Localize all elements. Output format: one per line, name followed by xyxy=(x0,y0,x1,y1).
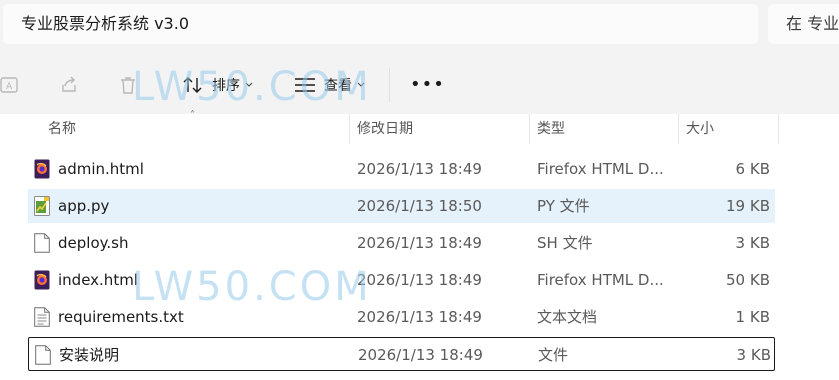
file-size: 6 KB xyxy=(735,160,770,178)
file-row[interactable]: app.py 2026/1/13 18:50 PY 文件 19 KB xyxy=(28,189,775,223)
file-size: 50 KB xyxy=(726,271,770,289)
file-size: 3 KB xyxy=(736,346,771,364)
view-button[interactable]: 查看 xyxy=(294,56,365,114)
file-name: 安装说明 xyxy=(59,346,120,364)
file-size: 3 KB xyxy=(735,234,770,252)
file-modified: 2026/1/13 18:49 xyxy=(357,271,482,289)
file-type: Firefox HTML D... xyxy=(537,160,664,178)
file-type: Firefox HTML D... xyxy=(537,271,664,289)
more-options-button[interactable]: ••• xyxy=(410,76,445,94)
chevron-down-icon xyxy=(245,82,253,87)
column-header-modified[interactable]: 修改日期 xyxy=(357,114,413,144)
file-name: admin.html xyxy=(58,160,144,178)
sort-ascending-icon: ˄ xyxy=(190,110,195,121)
column-divider[interactable] xyxy=(529,114,530,144)
file-row[interactable]: admin.html 2026/1/13 18:49 Firefox HTML D.… xyxy=(28,152,775,186)
chevron-down-icon xyxy=(357,82,365,87)
file-modified: 2026/1/13 18:50 xyxy=(357,197,482,215)
file-row[interactable]: requirements.txt 2026/1/13 18:49 文本文档 1 KB xyxy=(28,300,775,334)
column-header-type[interactable]: 类型 xyxy=(537,114,565,144)
view-icon xyxy=(295,78,315,92)
share-button[interactable] xyxy=(59,56,79,114)
rename-button[interactable]: A xyxy=(0,56,20,114)
file-type: 文本文档 xyxy=(537,308,598,326)
sort-label: 排序 xyxy=(212,78,240,94)
file-modified: 2026/1/13 18:49 xyxy=(358,346,483,364)
blank-file-icon xyxy=(34,233,50,253)
column-header-size[interactable]: 大小 xyxy=(686,114,714,144)
firefox-html-icon xyxy=(34,159,50,179)
column-divider[interactable] xyxy=(349,114,350,144)
view-label: 查看 xyxy=(324,78,352,94)
sort-button[interactable]: 排序 xyxy=(182,56,253,114)
address-bar[interactable]: 专业股票分析系统 v3.0 xyxy=(3,4,758,44)
file-row[interactable]: deploy.sh 2026/1/13 18:49 SH 文件 3 KB xyxy=(28,226,775,260)
file-type: PY 文件 xyxy=(537,197,590,215)
column-divider[interactable] xyxy=(778,114,779,144)
file-type: 文件 xyxy=(538,346,569,364)
svg-text:A: A xyxy=(6,82,13,92)
column-divider[interactable] xyxy=(678,114,679,144)
search-placeholder: 在 专业 xyxy=(786,14,839,33)
file-name: app.py xyxy=(58,197,110,215)
text-file-icon xyxy=(34,307,50,327)
file-modified: 2026/1/13 18:49 xyxy=(357,234,482,252)
trash-icon xyxy=(121,77,135,94)
file-size: 1 KB xyxy=(735,308,770,326)
rename-icon: A xyxy=(0,77,18,93)
file-list: 名称 ˄ 修改日期 类型 大小 admin.html 2026/1/13 18:4… xyxy=(0,110,839,380)
file-modified: 2026/1/13 18:49 xyxy=(357,308,482,326)
file-type: SH 文件 xyxy=(537,234,593,252)
file-modified: 2026/1/13 18:49 xyxy=(357,160,482,178)
delete-button[interactable] xyxy=(118,56,138,114)
file-name: deploy.sh xyxy=(58,234,129,252)
toolbar-divider xyxy=(389,68,390,102)
file-row[interactable]: 安装说明 2026/1/13 18:49 文件 3 KB xyxy=(28,337,775,371)
file-name: requirements.txt xyxy=(58,308,184,326)
column-header-name[interactable]: 名称 xyxy=(48,114,76,144)
search-input[interactable]: 在 专业 xyxy=(768,4,839,44)
firefox-html-icon xyxy=(34,270,50,290)
share-icon xyxy=(62,76,76,92)
file-name: index.html xyxy=(58,271,138,289)
address-path: 专业股票分析系统 v3.0 xyxy=(21,14,190,33)
blank-file-icon xyxy=(35,345,51,365)
file-row[interactable]: index.html 2026/1/13 18:49 Firefox HTML D.… xyxy=(28,263,775,297)
sort-icon xyxy=(183,77,202,93)
file-size: 19 KB xyxy=(726,197,770,215)
python-file-icon xyxy=(34,196,50,216)
